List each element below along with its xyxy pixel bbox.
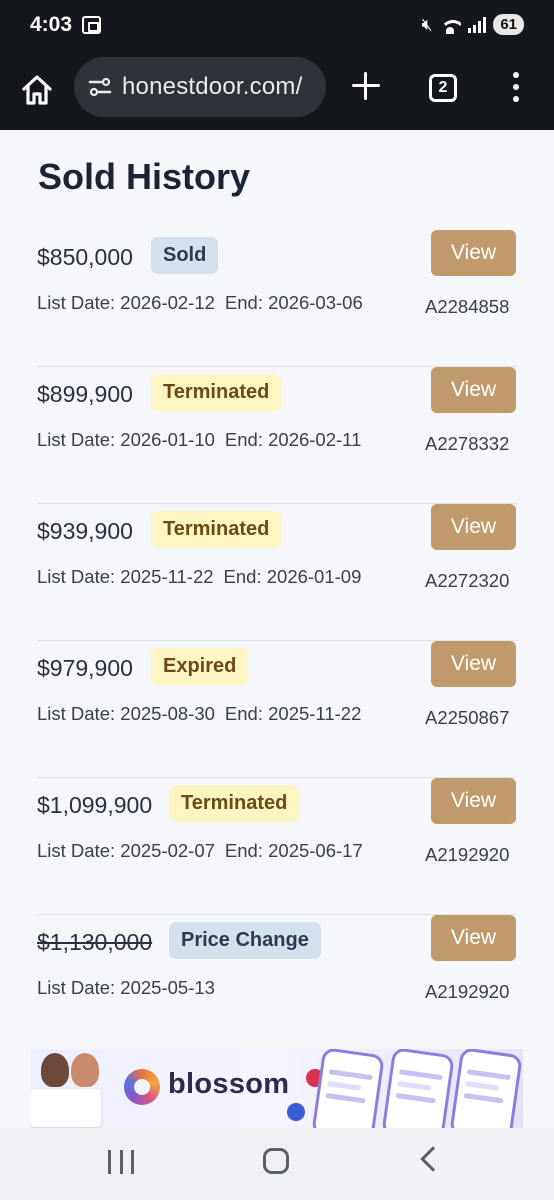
mute-icon: 🔇︎	[421, 14, 433, 34]
ad-brand-name: blossom	[168, 1068, 290, 1100]
new-tab-icon[interactable]	[352, 72, 380, 100]
status-badge: Terminated	[151, 511, 282, 548]
system-nav-bar	[0, 1128, 554, 1200]
listing-price: $939,900	[37, 518, 133, 544]
listing-dates: List Date: 2025-11-22 End: 2026-01-09	[37, 566, 361, 588]
listing-row: $1,130,000 Price Change List Date: 2025-…	[37, 915, 517, 1052]
list-date: List Date: 2026-02-12	[37, 292, 215, 313]
ad-person-image	[41, 1053, 69, 1087]
ad-decoration	[287, 1103, 305, 1121]
page-title: Sold History	[38, 156, 251, 197]
ad-phone-image	[449, 1049, 523, 1128]
tab-switcher-icon[interactable]: 2	[429, 74, 457, 102]
view-button[interactable]: View	[431, 915, 516, 961]
home-nav-icon[interactable]	[263, 1148, 289, 1174]
battery-icon: 61	[493, 14, 524, 35]
url-text: honestdoor.com/	[122, 73, 303, 100]
back-icon[interactable]	[420, 1146, 446, 1172]
home-icon[interactable]	[20, 73, 54, 107]
view-button[interactable]: View	[431, 367, 516, 413]
end-date: End: 2025-06-17	[224, 840, 363, 861]
ad-banner[interactable]: blossom	[31, 1049, 523, 1128]
ad-person-image	[71, 1053, 99, 1087]
ad-profile-card	[31, 1089, 101, 1127]
browser-toolbar: honestdoor.com/ 2	[0, 52, 554, 130]
end-date: End: 2025-11-22	[224, 703, 362, 724]
listing-row: $850,000 Sold List Date: 2026-02-12 End: …	[37, 230, 517, 367]
list-date: List Date: 2025-08-30	[37, 703, 215, 724]
signal-icon	[468, 16, 487, 33]
view-button[interactable]: View	[431, 230, 516, 276]
listing-row: $899,900 Terminated List Date: 2026-01-1…	[37, 367, 517, 504]
status-badge: Terminated	[169, 785, 300, 822]
listing-id: A2272320	[425, 570, 510, 591]
blossom-logo-icon	[124, 1069, 160, 1105]
listing-dates: List Date: 2025-02-07 End: 2025-06-17	[37, 840, 363, 862]
end-date: End: 2026-03-06	[224, 292, 363, 313]
listing-price: $1,130,000	[37, 929, 153, 955]
view-button[interactable]: View	[431, 504, 516, 550]
end-date: End: 2026-02-11	[224, 429, 362, 450]
status-time: 4:03	[30, 13, 73, 36]
listing-dates: List Date: 2026-02-12 End: 2026-03-06	[37, 292, 363, 314]
page-content: Sold History $850,000 Sold List Date: 20…	[0, 130, 554, 1052]
listing-id: A2250867	[425, 707, 510, 728]
listing-id: A2192920	[425, 981, 510, 1002]
listing-row: $979,900 Expired List Date: 2025-08-30 En…	[37, 641, 517, 778]
listing-id: A2192920	[425, 844, 510, 865]
status-icons: 🔇︎ 61	[422, 14, 524, 35]
site-settings-icon[interactable]	[88, 77, 112, 97]
listing-price: $1,099,900	[37, 792, 153, 818]
list-date: List Date: 2025-02-07	[37, 840, 215, 861]
status-bar: 4:03 🔇︎ 61	[0, 0, 554, 52]
view-button[interactable]: View	[431, 641, 516, 687]
list-date: List Date: 2025-11-22	[37, 566, 214, 587]
view-button[interactable]: View	[431, 778, 516, 824]
wifi-icon	[439, 16, 462, 34]
listing-dates: List Date: 2026-01-10 End: 2026-02-11	[37, 429, 361, 451]
end-date: End: 2026-01-09	[223, 566, 362, 587]
status-badge: Terminated	[151, 374, 282, 411]
listing-price: $899,900	[37, 381, 133, 407]
list-date: List Date: 2025-05-13	[37, 977, 215, 998]
list-date: List Date: 2026-01-10	[37, 429, 215, 450]
ad-phone-image	[311, 1049, 385, 1128]
listing-dates: List Date: 2025-08-30 End: 2025-11-22	[37, 703, 361, 725]
listing-price: $979,900	[37, 655, 133, 681]
listing-id: A2284858	[425, 296, 510, 317]
listing-id: A2278332	[425, 433, 510, 454]
listing-row: $939,900 Terminated List Date: 2025-11-2…	[37, 504, 517, 641]
screencast-icon	[82, 16, 101, 34]
ad-phone-image	[381, 1049, 455, 1128]
listing-price: $850,000	[37, 244, 133, 270]
address-bar[interactable]: honestdoor.com/	[74, 57, 326, 117]
status-badge: Expired	[151, 648, 249, 685]
listing-row: $1,099,900 Terminated List Date: 2025-02…	[37, 778, 517, 915]
more-menu-icon[interactable]	[510, 72, 522, 102]
status-badge: Price Change	[169, 922, 321, 959]
status-badge: Sold	[151, 237, 219, 274]
listing-dates: List Date: 2025-05-13	[37, 977, 215, 999]
recents-icon[interactable]	[108, 1150, 134, 1174]
